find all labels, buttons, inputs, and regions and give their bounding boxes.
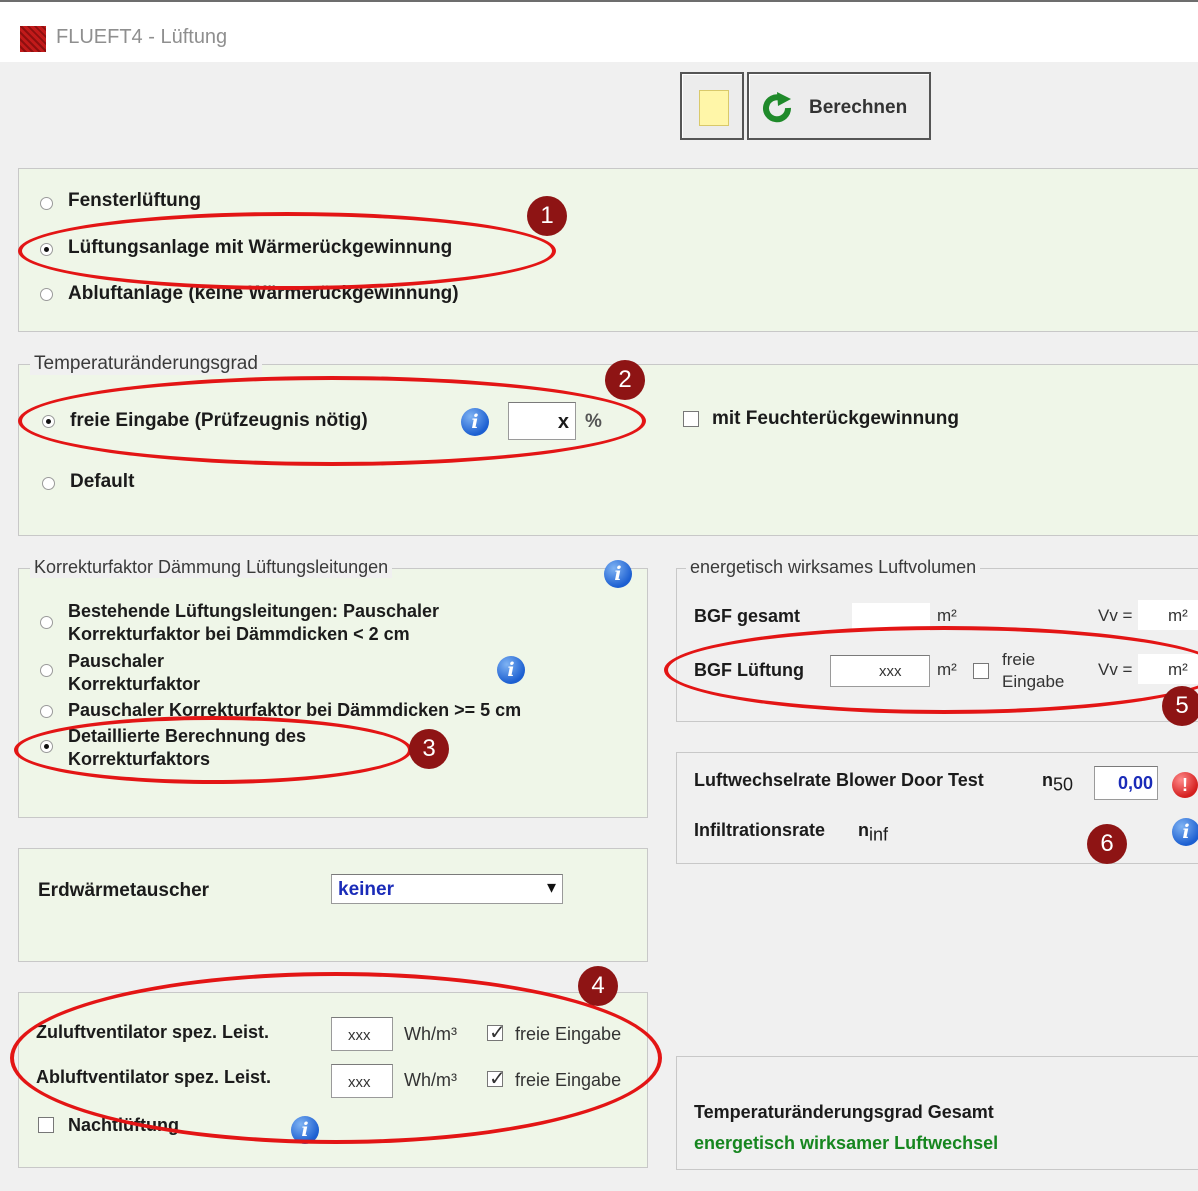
label-window-ventilation: Fensterlüftung <box>68 190 201 211</box>
info-icon[interactable]: i <box>1172 818 1198 846</box>
label-flat-rate-2: Korrekturfaktor <box>68 674 201 694</box>
ground-heat-exchanger-select[interactable]: keiner ▾ <box>331 874 563 904</box>
radio-default[interactable] <box>42 477 55 490</box>
radio-free-input[interactable] <box>42 415 55 428</box>
radio-ventilation-heat-recovery[interactable] <box>40 243 53 256</box>
annotation-marker-1: 1 <box>527 196 567 236</box>
info-icon[interactable]: i <box>291 1116 319 1144</box>
label-existing-ducts-1: Bestehende Lüftungsleitungen: Pauschaler <box>68 601 440 621</box>
unit-m2: m² <box>937 660 957 679</box>
label-detailed-calc-2: Korrekturfaktors <box>68 749 211 769</box>
label-bgf-total: BGF gesamt <box>694 606 801 626</box>
label-exhaust-system: Abluftanlage (keine Wärmerückgewinnung) <box>68 283 459 304</box>
radio-exhaust-system[interactable] <box>40 288 53 301</box>
radio-flat-rate[interactable] <box>40 664 53 677</box>
checkbox-exhaust-free[interactable] <box>487 1066 506 1090</box>
label-free-1: freie <box>1002 650 1036 669</box>
bgf-ventilation-input[interactable]: xxx <box>830 655 930 687</box>
label-free-2: Eingabe <box>1002 672 1065 691</box>
label-existing-ducts-2: Korrekturfaktor bei Dämmdicken < 2 cm <box>68 624 410 644</box>
app-icon <box>20 26 46 52</box>
percent-unit: % <box>585 411 602 432</box>
exhaust-fan-input[interactable]: xxx <box>331 1064 393 1098</box>
label-blower-door: Luftwechselrate Blower Door Test <box>694 770 984 790</box>
info-icon[interactable]: i <box>461 408 489 436</box>
calculate-label: Berechnen <box>809 97 908 118</box>
label-exhaust-free: freie Eingabe <box>515 1070 622 1090</box>
bgf-total-field[interactable] <box>852 603 930 631</box>
refresh-icon <box>763 92 792 123</box>
annotation-marker-6: 6 <box>1087 824 1127 864</box>
radio-existing-ducts[interactable] <box>40 616 53 629</box>
warning-icon[interactable]: ! <box>1172 772 1198 798</box>
annotation-marker-4: 4 <box>578 966 618 1006</box>
checkbox-supply-free[interactable] <box>487 1020 506 1044</box>
label-ground-heat-exchanger: Erdwärmetauscher <box>38 880 210 901</box>
unit-m2: m² <box>937 606 957 625</box>
label-free-input: freie Eingabe (Prüfzeugnis nötig) <box>70 410 368 431</box>
checkbox-humidity-recovery[interactable] <box>683 411 699 427</box>
document-icon <box>699 90 729 126</box>
label-flat-rate-1: Pauschaler <box>68 651 165 671</box>
temperature-legend: Temperaturänderungsgrad <box>30 353 262 375</box>
correction-legend: Korrekturfaktor Dämmung Lüftungsleitunge… <box>30 557 393 578</box>
supply-fan-input[interactable]: xxx <box>331 1017 393 1051</box>
label-infiltration: Infiltrationsrate <box>694 820 826 840</box>
radio-window-ventilation[interactable] <box>40 197 53 210</box>
label-temperature-total: Temperaturänderungsgrad Gesamt <box>694 1102 994 1122</box>
label-flat-rate-5cm: Pauschaler Korrekturfaktor bei Dämmdicke… <box>68 700 522 720</box>
checkbox-bgf-free-input[interactable] <box>973 663 989 679</box>
info-icon[interactable]: i <box>497 656 525 684</box>
annotation-marker-5: 5 <box>1162 686 1198 726</box>
radio-detailed-calc[interactable] <box>40 740 53 753</box>
label-supply-free: freie Eingabe <box>515 1024 622 1044</box>
radio-flat-rate-5cm[interactable] <box>40 705 53 718</box>
annotation-marker-3: 3 <box>409 729 449 769</box>
air-volume-panel <box>676 568 1198 722</box>
calculate-button[interactable]: Berechnen <box>747 72 931 140</box>
new-document-button[interactable] <box>680 72 744 140</box>
label-detailed-calc-1: Detaillierte Berechnung des <box>68 726 307 746</box>
label-default: Default <box>70 471 135 492</box>
n50-input[interactable]: 0,00 <box>1094 766 1158 800</box>
label-humidity-recovery: mit Feuchterückgewinnung <box>712 408 960 429</box>
label-bgf-ventilation: BGF Lüftung <box>694 660 804 680</box>
air-volume-legend: energetisch wirksames Luftvolumen <box>686 557 981 578</box>
ninf-symbol: ninf <box>858 820 889 845</box>
supply-fan-unit: Wh/m³ <box>404 1024 457 1044</box>
n50-symbol: n50 <box>1042 770 1074 795</box>
vv-label: Vv = <box>1098 606 1133 625</box>
info-icon[interactable]: i <box>604 560 632 588</box>
label-exhaust-fan: Abluftventilator spez. Leist. <box>36 1067 272 1087</box>
unit-m2: m² <box>1168 606 1188 625</box>
ground-heat-exchanger-panel <box>18 848 648 962</box>
temperature-value-input[interactable]: x <box>508 402 576 440</box>
annotation-marker-2: 2 <box>605 360 645 400</box>
vv-label: Vv = <box>1098 660 1133 679</box>
label-night-ventilation: Nachtlüftung <box>68 1115 179 1135</box>
unit-m2: m² <box>1168 660 1188 679</box>
chevron-down-icon: ▾ <box>546 877 556 897</box>
checkbox-night-ventilation[interactable] <box>38 1117 54 1133</box>
label-ventilation-heat-recovery: Lüftungsanlage mit Wärmerückgewinnung <box>68 237 453 258</box>
label-supply-fan: Zuluftventilator spez. Leist. <box>36 1022 270 1042</box>
exhaust-fan-unit: Wh/m³ <box>404 1070 457 1090</box>
window-title: FLUEFT4 - Lüftung <box>56 26 228 48</box>
title-bar: FLUEFT4 - Lüftung <box>0 0 1198 62</box>
label-effective-air-change: energetisch wirksamer Luftwechsel <box>694 1133 999 1153</box>
